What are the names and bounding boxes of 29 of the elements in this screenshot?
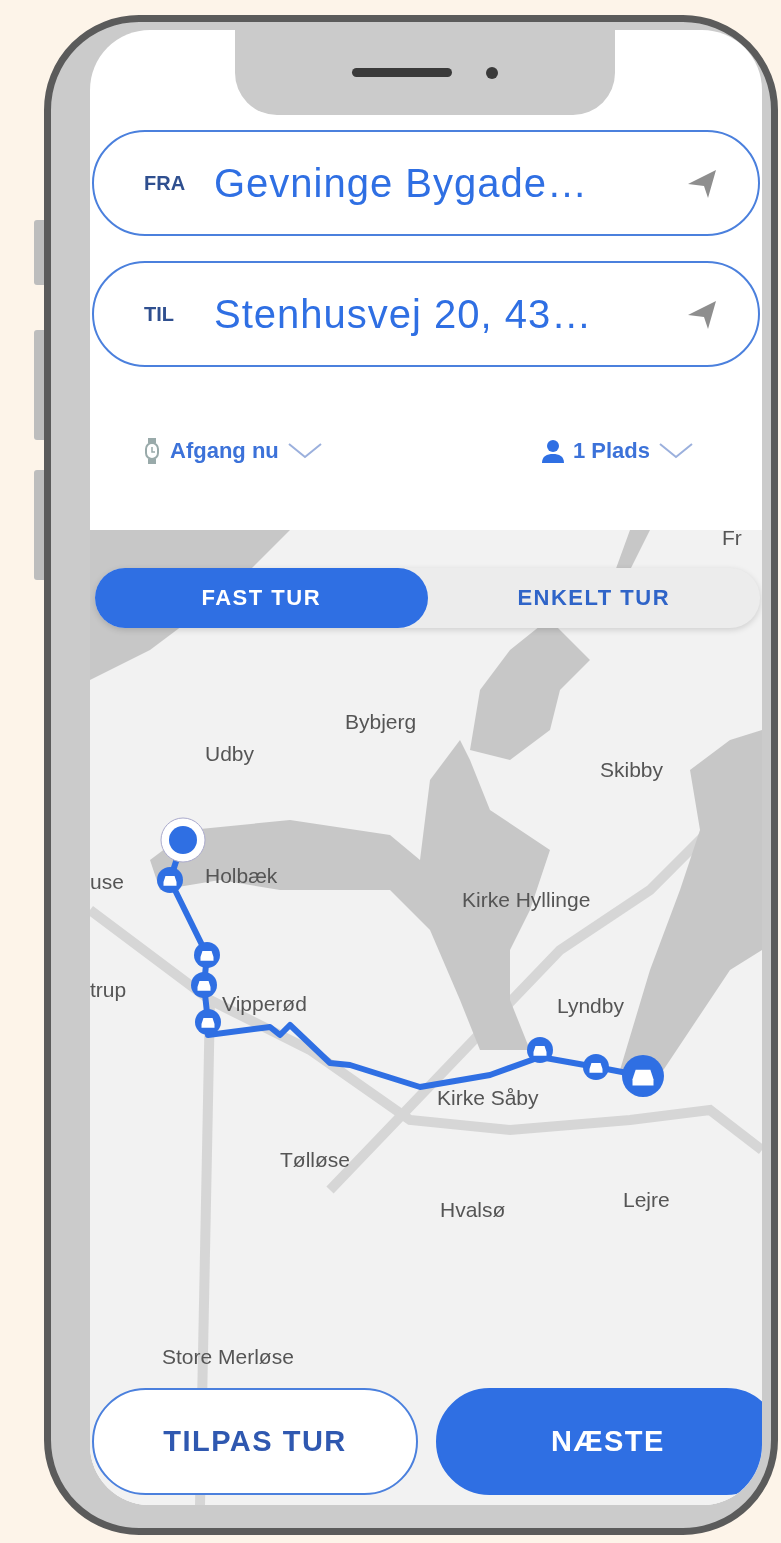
address-field[interactable]: FRA Gevninge Bygade… [92,130,760,236]
place-label: Vipperød [222,992,307,1016]
place-label: Kirke Såby [437,1086,539,1110]
place-label: Tølløse [280,1148,350,1172]
place-label: use [90,870,124,894]
field-label: TIL [144,302,175,326]
place-label: Hvalsø [440,1198,506,1222]
place-label: Holbæk [205,864,278,888]
field-label: FRA [144,171,187,195]
trip-type-tab[interactable]: ENKELT TUR [427,568,760,628]
place-label: Fr [722,530,742,550]
place-label: trup [90,978,127,1002]
place-label: Udby [205,742,255,766]
field-value: Stenhusvej 20, 43… [214,291,594,337]
action-button[interactable]: NÆSTE [436,1388,762,1495]
option-picker[interactable]: 1 Plads [540,438,694,464]
place-label: Lyndby [557,994,624,1018]
trip-type-tab[interactable]: FAST TUR [95,568,428,628]
picker-label: Afgang nu [170,438,279,464]
place-label: Lejre [623,1188,670,1212]
place-label: Store Merløse [162,1345,294,1369]
place-label: Skibby [600,758,664,782]
place-label: Bybjerg [345,710,417,734]
option-picker[interactable]: Afgang nu [142,437,323,465]
action-button[interactable]: TILPAS TUR [92,1388,418,1495]
address-field[interactable]: TIL Stenhusvej 20, 43… [92,261,760,367]
picker-label: 1 Plads [572,438,650,464]
place-label: Kirke Hyllinge [462,888,591,912]
field-value: Gevninge Bygade… [214,160,589,206]
